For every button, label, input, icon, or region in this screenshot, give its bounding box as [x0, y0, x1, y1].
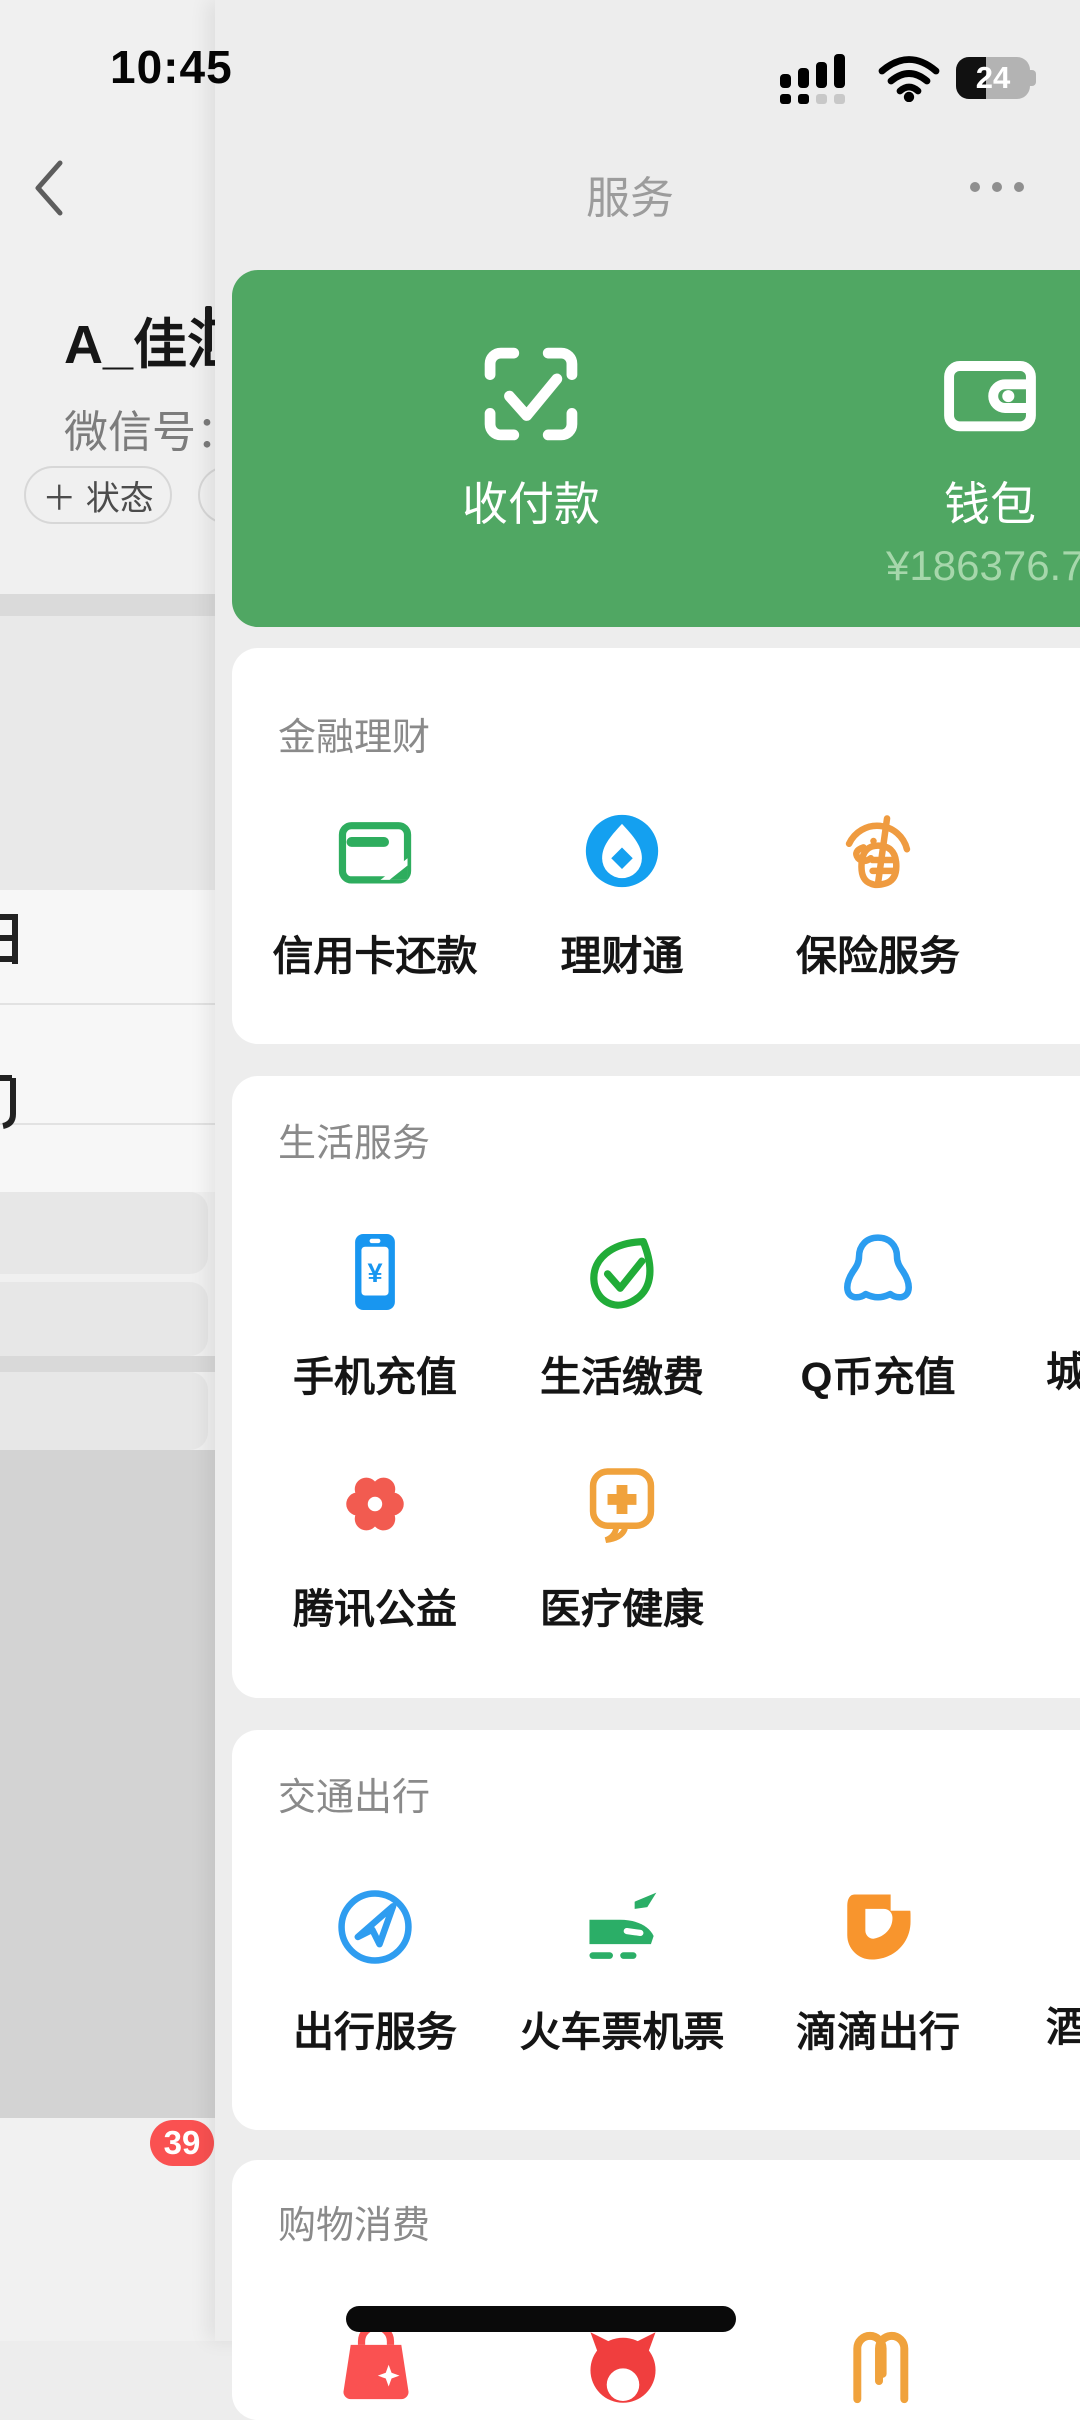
wallet-balance: ¥186376.79 [886, 542, 1080, 589]
cellular-signal-icon [780, 54, 845, 104]
svg-text:¥: ¥ [367, 1257, 382, 1288]
phone-recharge-label: 手机充值 [293, 1354, 457, 1400]
clipped-row-glyph-fragment [0, 914, 18, 964]
utilities-icon [590, 1238, 654, 1309]
battery-body: 24 [956, 57, 1030, 99]
wallet-label: 钱包 [944, 478, 1036, 530]
section-gap-band [0, 594, 215, 616]
finance-section-title: 金融理财 [278, 717, 431, 759]
transport-section-card: 交通出行 出行服务 火车票机票 滴滴出行 [232, 1730, 1080, 2130]
services-panel: 收付款 钱包 ¥186376.79 金融理财 信用卡还款 [215, 0, 1080, 2420]
dimmed-card-row [0, 1192, 208, 1274]
city-services-item-clipped[interactable]: 城 [1046, 1338, 1080, 1398]
credit-card-icon [338, 822, 412, 884]
money-button[interactable]: 收付款 [401, 338, 661, 534]
status-time: 10:45 [110, 41, 233, 93]
more-dot [970, 182, 980, 192]
rabbit-ears-icon[interactable] [832, 2316, 926, 2410]
section-gap-band [0, 1356, 215, 1372]
licaitong-label: 理财通 [560, 933, 684, 979]
train-flight-item[interactable]: 火车票机票 [517, 1880, 727, 2058]
medical-item[interactable]: 医疗健康 [517, 1457, 727, 1635]
mobility-label: 出行服务 [293, 2009, 457, 2055]
didi-item[interactable]: 滴滴出行 [773, 1880, 983, 2058]
status-icons: 24 [778, 52, 1036, 104]
credit-card-repay-item[interactable]: 信用卡还款 [270, 804, 480, 982]
battery-nub [1030, 70, 1036, 86]
medical-icon [589, 1468, 655, 1544]
dimmed-card-row [0, 1282, 208, 1356]
transport-section-title: 交通出行 [278, 1777, 431, 1819]
profile-name-clipped-fragment [205, 306, 212, 352]
mobility-item[interactable]: 出行服务 [270, 1880, 480, 2058]
wallet-icon [944, 361, 1036, 432]
profile-name: A_佳汇 [64, 315, 215, 375]
qcoin-item[interactable]: Q币充值 [773, 1225, 983, 1403]
home-indicator[interactable] [346, 2306, 736, 2332]
insurance-label: 保险服务 [796, 933, 960, 979]
hotel-item-clipped[interactable]: 酒 [1046, 1993, 1080, 2053]
credit-card-repay-label: 信用卡还款 [272, 933, 478, 979]
phone-recharge-item[interactable]: ¥ 手机充值 [270, 1225, 480, 1403]
train-flight-label: 火车票机票 [519, 2009, 725, 2055]
wechat-id-text: 微信号：J [64, 408, 215, 457]
money-label: 收付款 [462, 478, 600, 530]
insurance-item[interactable]: 保险服务 [773, 804, 983, 982]
medical-label: 医疗健康 [540, 1586, 704, 1632]
utilities-item[interactable]: 生活缴费 [517, 1225, 727, 1403]
life-section-title: 生活服务 [278, 1123, 431, 1165]
add-status-button[interactable]: ＋ 状态 [24, 466, 172, 524]
back-chevron-icon [35, 160, 63, 216]
menu-rows-zone [0, 890, 215, 1192]
insurance-icon [845, 815, 911, 889]
phone-recharge-icon: ¥ [355, 1234, 395, 1310]
row-divider [0, 1123, 215, 1125]
page-title: 服务 [586, 174, 674, 223]
more-button[interactable] [970, 182, 1024, 192]
charity-flower-icon [346, 1477, 404, 1531]
charity-item[interactable]: 腾讯公益 [270, 1457, 480, 1635]
charity-label: 腾讯公益 [293, 1586, 457, 1632]
contacts-unread-badge: 39 [150, 2120, 214, 2166]
shopping-section-title: 购物消费 [278, 2205, 431, 2247]
more-dot [992, 182, 1002, 192]
utilities-label: 生活缴费 [540, 1354, 704, 1400]
wallet-button[interactable]: 钱包 [860, 338, 1080, 534]
licaitong-item[interactable]: 理财通 [517, 804, 727, 982]
dimmed-card-row [0, 1372, 208, 1450]
qcoin-label: Q币充值 [800, 1354, 956, 1400]
more-dot [1014, 182, 1024, 192]
dimmed-backdrop [0, 1450, 215, 2118]
scan-pay-icon [484, 347, 578, 441]
battery-icon: 24 [956, 57, 1036, 99]
licaitong-icon [585, 814, 659, 888]
back-button[interactable] [26, 156, 70, 220]
shopping-section-card: 购物消费 [232, 2160, 1080, 2420]
clipped-row-glyph-fragment [0, 1075, 16, 1129]
payments-wallet-card: 收付款 钱包 ¥186376.79 [232, 270, 1080, 627]
profile-page-underlay: A_佳汇 微信号：J ＋ 状态 通讯录 39 [0, 0, 215, 2341]
train-flight-icon [589, 1892, 657, 1959]
battery-percent: 24 [975, 60, 1011, 95]
didi-icon [847, 1894, 911, 1960]
city-services-label: 城 [1046, 1349, 1080, 1395]
second-pill-clipped[interactable] [198, 466, 215, 524]
didi-label: 滴滴出行 [796, 2009, 960, 2055]
mobility-icon [338, 1890, 412, 1964]
wifi-icon [878, 56, 940, 102]
finance-section-card: 金融理财 信用卡还款 理财通 保险服务 [232, 648, 1080, 1044]
hotel-label: 酒 [1046, 2004, 1080, 2050]
life-section-card: 生活服务 ¥ 手机充值 生活缴费 Q币充值 腾讯公益 医疗健康 [232, 1076, 1080, 1698]
row-divider [0, 1003, 215, 1005]
add-status-label: ＋ 状态 [42, 479, 154, 518]
qcoin-penguin-icon [844, 1234, 912, 1301]
dimmed-row-zone [0, 616, 215, 890]
